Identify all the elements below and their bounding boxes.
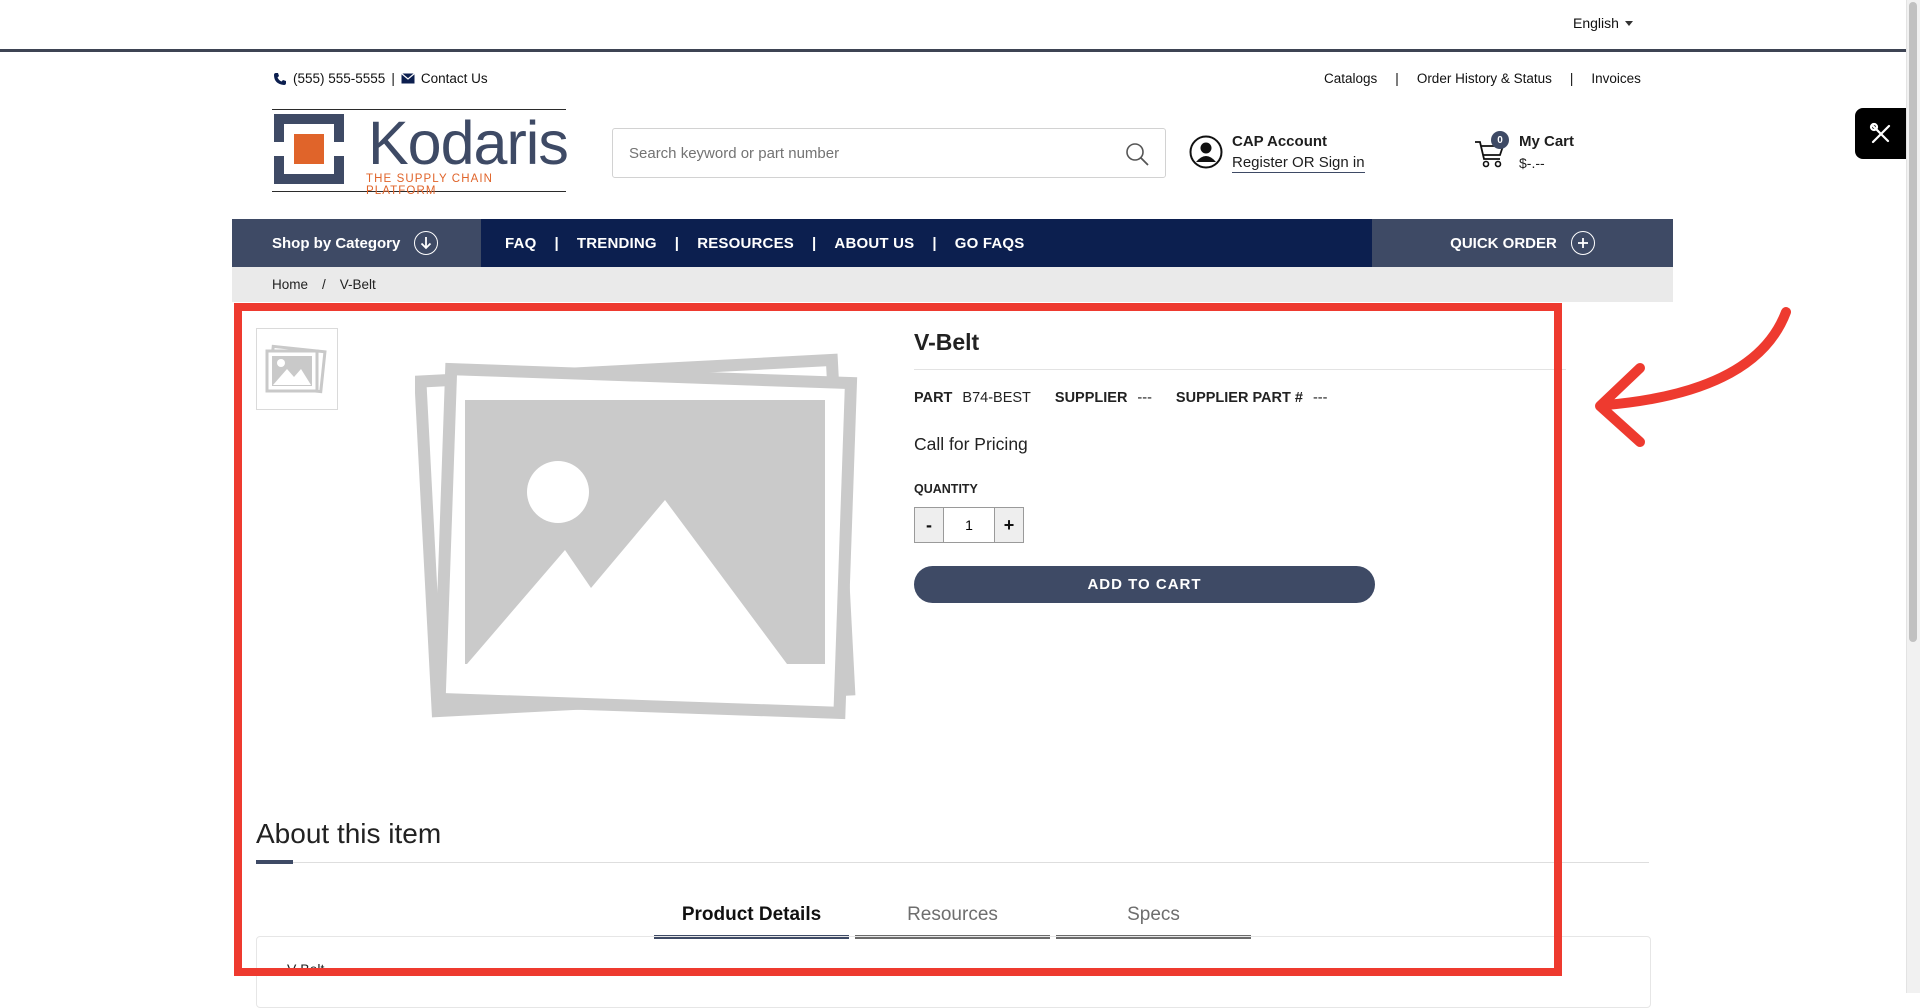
nav-item-about-us[interactable]: ABOUT US	[834, 235, 914, 252]
highlight-box	[234, 303, 1562, 976]
nav-separator: |	[554, 234, 559, 252]
utility-links: Catalogs | Order History & Status | Invo…	[1324, 71, 1641, 86]
separator: |	[391, 71, 395, 86]
main-nav: Shop by Category FAQ | TRENDING | RESOUR…	[232, 219, 1673, 267]
nav-separator: |	[932, 234, 937, 252]
search-icon[interactable]	[1125, 142, 1149, 166]
tools-button[interactable]	[1855, 108, 1906, 159]
nav-item-trending[interactable]: TRENDING	[577, 235, 657, 252]
language-label: English	[1573, 15, 1619, 31]
logo[interactable]: Kodaris THE SUPPLY CHAIN PLATFORM	[272, 109, 569, 197]
caret-down-icon	[1624, 20, 1633, 26]
quick-order-label: QUICK ORDER	[1450, 234, 1557, 252]
logo-tagline: THE SUPPLY CHAIN PLATFORM	[366, 173, 494, 197]
cart-total: $-.--	[1519, 155, 1545, 171]
nav-separator: |	[812, 234, 817, 252]
register-signin-link[interactable]: Register OR Sign in	[1232, 154, 1365, 173]
shop-by-category-button[interactable]: Shop by Category	[232, 219, 481, 267]
contact-us-link[interactable]: Contact Us	[421, 71, 488, 86]
nav-item-go-faqs[interactable]: GO FAQS	[955, 235, 1025, 252]
plus-circle-icon	[1570, 231, 1595, 255]
search-input[interactable]	[627, 129, 1111, 177]
breadcrumb-home[interactable]: Home	[272, 277, 308, 292]
nav-links: FAQ | TRENDING | RESOURCES | ABOUT US | …	[505, 219, 1025, 267]
separator: |	[1395, 71, 1399, 86]
breadcrumb: Home / V-Belt	[232, 267, 1673, 302]
cart-count-badge: 0	[1491, 131, 1509, 149]
catalogs-link[interactable]: Catalogs	[1324, 71, 1377, 86]
logo-mark-icon	[274, 114, 344, 184]
breadcrumb-current: V-Belt	[339, 277, 376, 292]
breadcrumb-separator: /	[322, 277, 326, 292]
search-box	[612, 128, 1166, 178]
tools-icon	[1869, 122, 1890, 143]
logo-name: Kodaris	[368, 109, 569, 177]
phone-icon	[274, 72, 286, 85]
nav-separator: |	[674, 234, 680, 252]
arrow-annotation-icon	[1595, 307, 1791, 447]
invoices-link[interactable]: Invoices	[1591, 71, 1641, 86]
utility-contact: (555) 555-5555 | Contact Us	[273, 71, 488, 86]
cart-title: My Cart	[1519, 133, 1575, 150]
language-selector[interactable]: English	[1573, 15, 1633, 31]
account-title: CAP Account	[1232, 133, 1328, 150]
separator: |	[1569, 71, 1574, 86]
order-history-link[interactable]: Order History & Status	[1417, 71, 1552, 86]
shop-by-category-label: Shop by Category	[272, 234, 401, 252]
envelope-icon	[400, 73, 415, 84]
scrollbar-thumb[interactable]	[1909, 2, 1917, 642]
user-icon	[1189, 135, 1223, 169]
nav-item-faq[interactable]: FAQ	[505, 235, 536, 252]
quick-order-button[interactable]: QUICK ORDER	[1372, 219, 1673, 267]
arrow-down-circle-icon	[414, 231, 439, 255]
nav-item-resources[interactable]: RESOURCES	[697, 235, 794, 252]
phone-number[interactable]: (555) 555-5555	[293, 71, 385, 86]
